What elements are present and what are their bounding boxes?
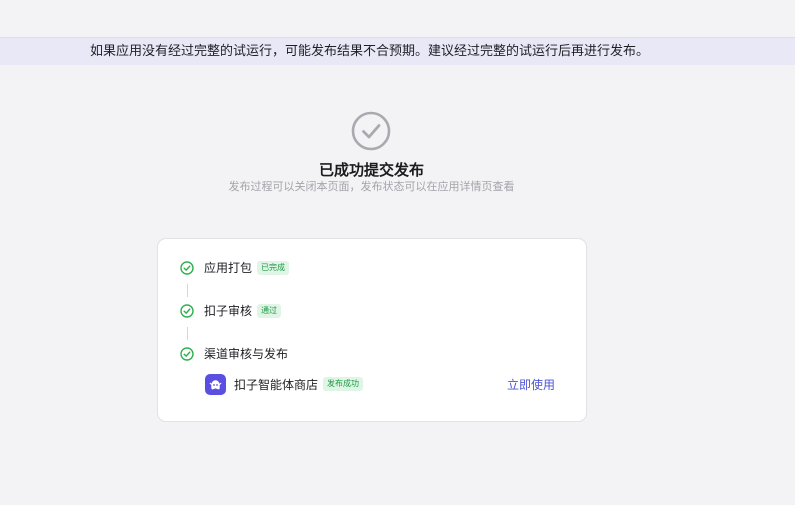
status-badge: 通过 — [257, 304, 282, 318]
success-check-icon — [351, 111, 391, 151]
publish-progress-card: 应用打包 已完成 扣子审核 通过 渠道审核与发布 扣子智能体商店 发布成功 立即… — [157, 238, 587, 422]
check-circle-icon — [180, 261, 194, 275]
warning-banner: 如果应用没有经过完整的试运行，可能发布结果不合预期。建议经过完整的试运行后再进行… — [0, 37, 795, 65]
use-now-link[interactable]: 立即使用 — [507, 376, 555, 393]
step-connector — [187, 327, 188, 340]
check-circle-icon — [180, 347, 194, 361]
result-subtitle: 发布过程可以关闭本页面，发布状态可以在应用详情页查看 — [228, 180, 515, 193]
channel-name: 扣子智能体商店 — [234, 377, 319, 392]
check-circle-icon — [180, 304, 194, 318]
status-badge: 已完成 — [257, 261, 290, 275]
step-label: 应用打包 — [204, 261, 253, 275]
banner-text: 如果应用没有经过完整的试运行，可能发布结果不合预期。建议经过完整的试运行后再进行… — [90, 44, 650, 59]
step-connector — [187, 284, 188, 297]
step-app-packaging: 应用打包 已完成 — [180, 258, 290, 278]
channel-row: 扣子智能体商店 发布成功 立即使用 — [205, 373, 555, 395]
step-channel-review: 渠道审核与发布 — [180, 344, 288, 364]
coze-store-icon — [205, 373, 226, 395]
step-label: 扣子审核 — [204, 304, 253, 318]
status-badge: 发布成功 — [323, 377, 364, 391]
result-title: 已成功提交发布 — [318, 161, 424, 179]
step-label: 渠道审核与发布 — [204, 347, 289, 361]
top-spacer — [0, 0, 795, 37]
step-coze-review: 扣子审核 通过 — [180, 301, 282, 321]
